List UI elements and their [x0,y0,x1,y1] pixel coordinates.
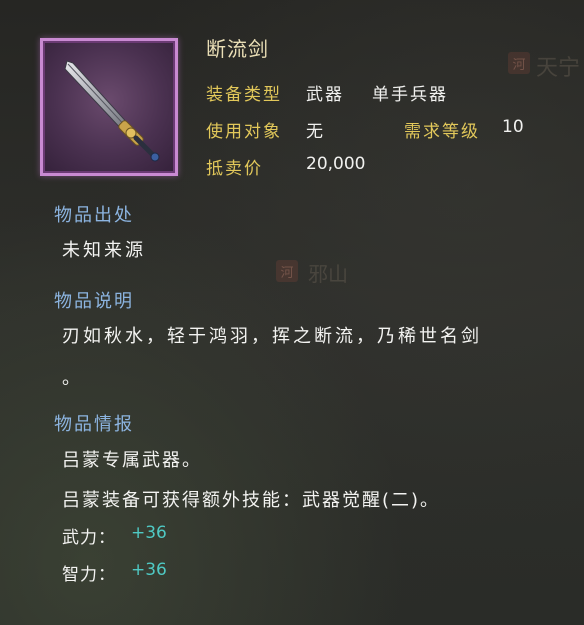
intel-text-line2: 吕蒙装备可获得额外技能：武器觉醒(二)。 [62,490,441,511]
item-name: 断流剑 [206,37,269,61]
description-text-line1: 刃如秋水，轻于鸿羽，挥之断流，乃稀世名剑 [62,326,482,347]
equip-type-value: 武器 [306,85,344,105]
price-value: 20,000 [306,154,366,174]
level-req-label: 需求等级 [404,122,480,142]
intel-header: 物品情报 [54,414,134,435]
equip-subtype-value: 单手兵器 [372,85,448,105]
level-req-value: 10 [502,117,524,137]
description-header: 物品说明 [54,291,134,312]
item-icon-frame[interactable] [40,38,178,176]
stat-label-force: 武力： [62,528,116,548]
map-label: 天宁 [536,56,581,81]
map-seal: 河 [508,52,530,74]
origin-header: 物品出处 [54,205,134,226]
stat-value-force: +36 [131,523,167,543]
intel-text-line1: 吕蒙专属武器。 [62,450,202,471]
stat-value-intelligence: +36 [131,560,167,580]
price-label: 抵卖价 [206,159,263,179]
user-value: 无 [306,122,323,142]
user-label: 使用对象 [206,122,282,142]
origin-text: 未知来源 [62,240,146,261]
stat-label-intelligence: 智力： [62,565,116,585]
equip-type-label: 装备类型 [206,85,282,105]
description-text-line2: 。 [62,368,83,389]
map-label: 邪山 [308,262,348,286]
map-seal: 河 [276,260,298,282]
sword-icon [64,60,160,162]
